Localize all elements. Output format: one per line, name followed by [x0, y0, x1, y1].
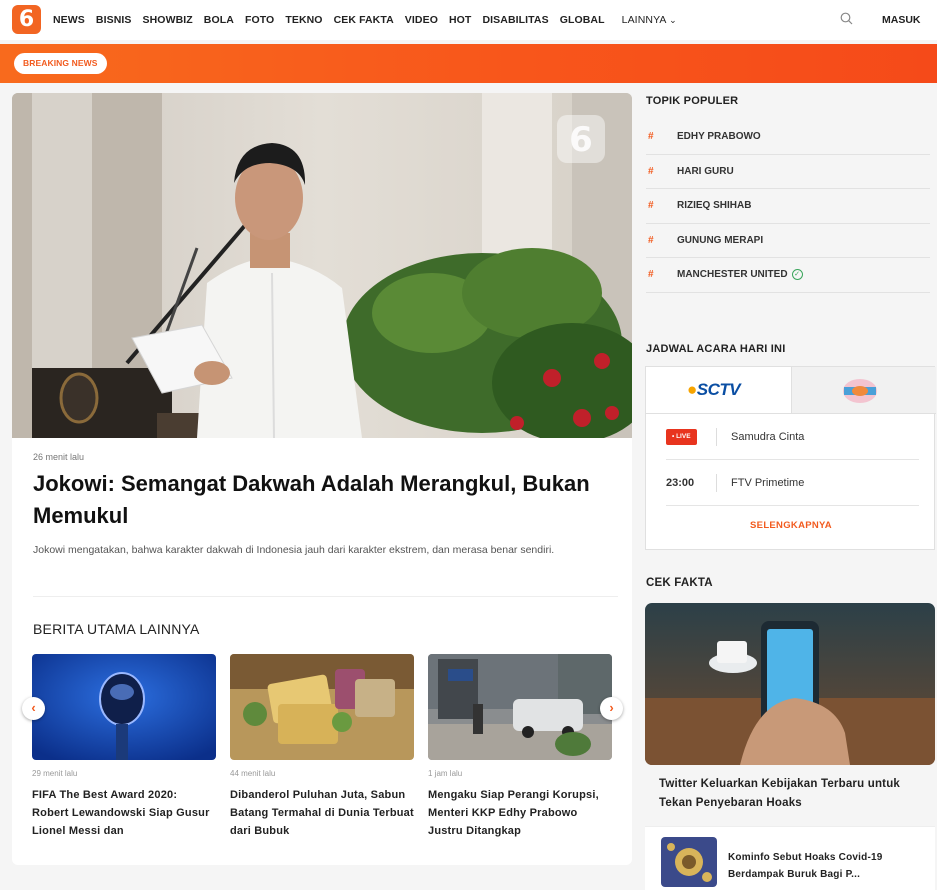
nav-item-hot[interactable]: HOT — [449, 14, 471, 26]
popular-topics-heading: TOPIK POPULER — [646, 95, 739, 107]
show-title: Samudra Cinta — [731, 430, 805, 443]
news-thumbnail[interactable] — [32, 654, 216, 760]
verified-check-icon: ✓ — [791, 269, 803, 281]
topic-item[interactable]: # RIZIEQ SHIHAB — [646, 189, 930, 224]
nav-item-bisnis[interactable]: BISNIS — [96, 14, 132, 26]
top-navigation: 6 NEWS BISNIS SHOWBIZ BOLA FOTO TEKNO CE… — [0, 0, 937, 40]
tv-schedule: ●SCTV • LIVE Samudra Cinta 23:00 FTV Pri… — [645, 366, 936, 550]
hashtag-icon: # — [648, 165, 654, 177]
topic-item[interactable]: # HARI GURU — [646, 155, 930, 189]
nav-item-bola[interactable]: BOLA — [204, 14, 234, 26]
headline-summary: Jokowi mengatakan, bahwa karakter dakwah… — [33, 544, 555, 556]
nav-item-tekno[interactable]: TEKNO — [285, 14, 322, 26]
topic-item[interactable]: # MANCHESTER UNITED ✓ — [646, 258, 930, 293]
nav-item-showbiz[interactable]: SHOWBIZ — [143, 14, 193, 26]
schedule-more-link[interactable]: SELENGKAPNYA — [646, 520, 936, 531]
news-time: 44 menit lalu — [230, 769, 276, 778]
carousel-next-arrow-icon[interactable]: › — [600, 697, 623, 720]
hashtag-icon: # — [648, 234, 654, 246]
breaking-news-badge[interactable]: BREAKING NEWS — [14, 53, 107, 74]
topic-label[interactable]: MANCHESTER UNITED — [677, 269, 788, 280]
liputan6-logo[interactable]: 6 — [12, 5, 41, 34]
nav-item-foto[interactable]: FOTO — [245, 14, 274, 26]
headline-title[interactable]: Jokowi: Semangat Dakwah Adalah Merangkul… — [33, 468, 613, 532]
search-icon[interactable] — [840, 12, 853, 25]
section-divider — [33, 596, 618, 597]
fact-check-item-title[interactable]: Kominfo Sebut Hoaks Covid-19 Berdampak B… — [728, 849, 923, 883]
watermark-logo: 6 — [569, 120, 593, 160]
nav-item-global[interactable]: GLOBAL — [560, 14, 605, 26]
sctv-logo: ●SCTV — [687, 380, 741, 399]
schedule-row-next[interactable]: 23:00 FTV Primetime — [666, 460, 919, 506]
schedule-heading: JADWAL ACARA HARI INI — [646, 343, 786, 355]
news-title[interactable]: FIFA The Best Award 2020: Robert Lewando… — [32, 786, 216, 840]
show-title: FTV Primetime — [731, 476, 805, 489]
news-card[interactable]: 1 jam lalu Mengaku Siap Perangi Korupsi,… — [428, 654, 612, 840]
carousel-prev-arrow-icon[interactable]: ‹ — [22, 697, 45, 720]
nav-item-cek-fakta[interactable]: CEK FAKTA — [334, 14, 394, 26]
hashtag-icon: # — [648, 131, 654, 143]
nav-item-video[interactable]: VIDEO — [405, 14, 438, 26]
news-thumbnail[interactable] — [428, 654, 612, 760]
news-time: 29 menit lalu — [32, 769, 78, 778]
hashtag-icon: # — [648, 269, 654, 281]
tab-sctv[interactable]: ●SCTV — [646, 367, 791, 414]
news-time: 1 jam lalu — [428, 769, 463, 778]
news-card[interactable]: 44 menit lalu Dibanderol Puluhan Juta, S… — [230, 654, 414, 840]
indosiar-logo-icon — [843, 379, 877, 403]
topic-label[interactable]: HARI GURU — [677, 166, 734, 177]
news-title[interactable]: Dibanderol Puluhan Juta, Sabun Batang Te… — [230, 786, 414, 840]
topic-label[interactable]: RIZIEQ SHIHAB — [677, 200, 751, 211]
live-badge: • LIVE — [666, 428, 697, 445]
tab-indosiar[interactable] — [791, 367, 936, 414]
main-content: 6 26 menit lalu Jokowi: Semangat Dakwah … — [12, 93, 632, 865]
topic-label[interactable]: EDHY PRABOWO — [677, 131, 761, 142]
headline-time: 26 menit lalu — [33, 452, 85, 462]
topic-item[interactable]: # EDHY PRABOWO — [646, 120, 930, 155]
fact-check-image[interactable] — [645, 603, 935, 765]
news-title[interactable]: Mengaku Siap Perangi Korupsi, Menteri KK… — [428, 786, 612, 840]
nav-item-news[interactable]: NEWS — [53, 14, 85, 26]
fact-check-item[interactable]: Kominfo Sebut Hoaks Covid-19 Berdampak B… — [645, 826, 935, 890]
popular-topics-list: # EDHY PRABOWO # HARI GURU # RIZIEQ SHIHAB … — [646, 120, 930, 293]
other-news-heading: BERITA UTAMA LAINNYA — [33, 621, 200, 637]
hashtag-icon: # — [648, 200, 654, 212]
news-card[interactable]: 29 menit lalu FIFA The Best Award 2020: … — [32, 654, 216, 840]
news-thumbnail[interactable] — [230, 654, 414, 760]
schedule-row-now[interactable]: • LIVE Samudra Cinta — [666, 414, 919, 460]
headline-image[interactable]: 6 — [12, 93, 632, 438]
fact-check-main-title[interactable]: Twitter Keluarkan Kebijakan Terbaru untu… — [659, 775, 929, 813]
login-button[interactable]: MASUK — [882, 0, 921, 40]
show-time: 23:00 — [666, 476, 695, 489]
nav-more-dropdown[interactable]: LAINNYA — [622, 14, 677, 26]
fact-check-heading: CEK FAKTA — [646, 577, 713, 589]
topic-label[interactable]: GUNUNG MERAPI — [677, 235, 763, 246]
topic-item[interactable]: # GUNUNG MERAPI — [646, 224, 930, 258]
main-menu: NEWS BISNIS SHOWBIZ BOLA FOTO TEKNO CEK … — [53, 0, 688, 40]
nav-item-disabilitas[interactable]: DISABILITAS — [482, 14, 548, 26]
fact-check-thumbnail[interactable] — [661, 837, 717, 887]
breaking-news-bar: BREAKING NEWS — [0, 44, 937, 83]
